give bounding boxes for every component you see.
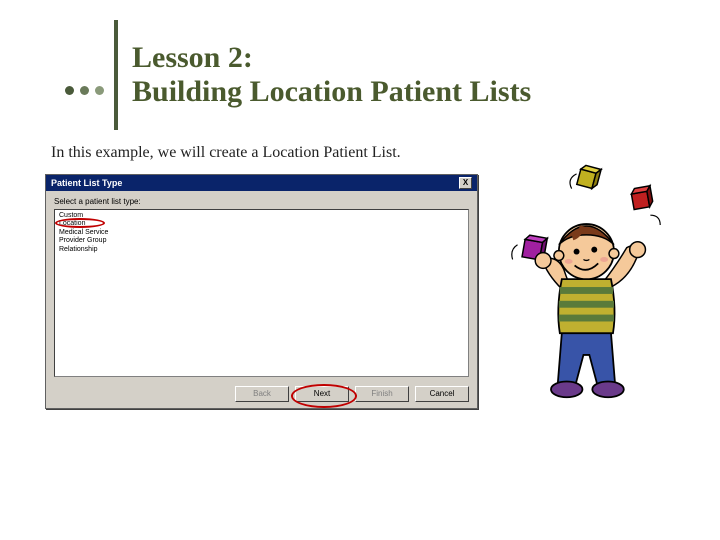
list-item-location[interactable]: Location [59,220,464,228]
slide-header: Lesson 2: Building Location Patient List… [65,20,675,130]
list-item[interactable]: Relationship [59,246,464,254]
back-button[interactable]: Back [235,386,289,402]
list-item[interactable]: Custom [59,212,464,220]
slide-title-line2: Building Location Patient Lists [132,75,531,110]
patient-list-type-dialog: Patient List Type X Select a patient lis… [45,174,478,409]
list-item[interactable]: Provider Group [59,237,464,245]
close-button[interactable]: X [459,177,472,189]
list-type-listbox[interactable]: Custom Location Medical Service Provider… [54,209,469,377]
dot-icon [95,86,104,95]
next-button[interactable]: Next [295,386,349,402]
dialog-button-row: Back Next Finish Cancel [235,386,469,402]
list-item-label: Location [59,220,85,227]
juggler-clipart [488,159,675,419]
list-item[interactable]: Medical Service [59,229,464,237]
bullet-dots [65,86,104,95]
dialog-title-text: Patient List Type [51,178,122,188]
vertical-bar [114,20,118,130]
slide-title-line1: Lesson 2: [132,41,531,76]
cancel-button[interactable]: Cancel [415,386,469,402]
dialog-titlebar: Patient List Type X [46,175,477,191]
dot-icon [65,86,74,95]
dialog-prompt: Select a patient list type: [54,197,469,206]
dot-icon [80,86,89,95]
finish-button[interactable]: Finish [355,386,409,402]
